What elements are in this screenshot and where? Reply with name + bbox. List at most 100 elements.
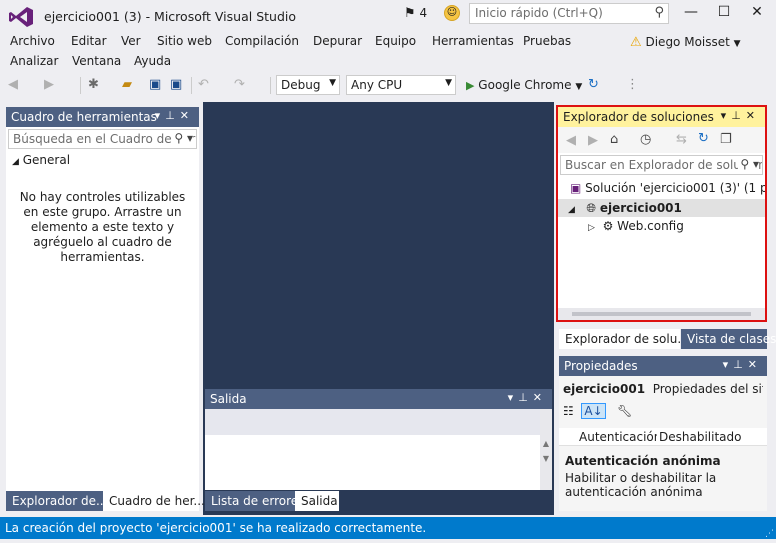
menu-ver[interactable]: Ver [121,34,141,48]
refresh-icon[interactable]: ↻ [588,77,599,92]
tab-error-list[interactable]: Lista de errores [205,491,304,511]
menu-pruebas[interactable]: Pruebas [523,34,571,48]
notifications-count: 4 [419,6,428,20]
close-icon[interactable]: ✕ [180,109,194,122]
horizontal-scrollbar[interactable] [558,308,765,320]
tree-item-web-config[interactable]: ▷ ⚙ Web.config [558,217,765,235]
pin-icon[interactable]: ⊥ [518,391,533,404]
menu-equipo[interactable]: Equipo [375,34,416,48]
toolbar-separator [80,77,81,94]
chevron-down-icon[interactable]: ▾ [508,391,519,404]
left-tabs: Explorador de... Cuadro de her... [6,491,205,511]
property-value[interactable]: Deshabilitado [659,430,741,444]
tab-output[interactable]: Salida [295,491,339,511]
home-icon[interactable]: ⌂ [610,132,618,147]
redo-icon[interactable]: ↷ [234,77,245,92]
minimize-button[interactable]: — [679,4,703,24]
output-toolbar [205,409,541,435]
menu-compilacion[interactable]: Compilación [225,34,299,48]
menu-archivo[interactable]: Archivo [10,34,55,48]
save-all-icon[interactable]: ▣ [170,77,182,92]
menu-herramientas[interactable]: Herramientas [432,34,514,48]
maximize-button[interactable]: ☐ [712,4,736,24]
property-row[interactable]: Autenticación anónima Deshabilitado [559,428,767,446]
forward-icon[interactable]: ▶ [588,133,598,148]
scroll-down-icon[interactable]: ▼ [540,454,552,463]
feedback-smiley-icon[interactable]: ☺ [444,5,460,21]
chevron-down-icon: ▼ [575,82,583,92]
property-pages-icon[interactable]: 🔧︎ [617,404,632,418]
refresh-icon[interactable]: ↻ [698,131,709,146]
group-label: General [22,153,71,167]
chevron-down-icon[interactable]: ▾ [721,109,732,122]
tab-class-view[interactable]: Vista de clases [681,329,776,349]
close-icon[interactable]: ✕ [533,391,547,404]
pin-icon[interactable]: ⊥ [165,109,180,122]
open-folder-icon[interactable]: ▰ [122,77,132,92]
chevron-down-icon[interactable]: ▾ [723,358,734,371]
new-project-icon[interactable]: ✱ [88,77,99,92]
pending-changes-icon[interactable]: ◷ [640,132,651,147]
menu-editar[interactable]: Editar [71,34,107,48]
vertical-scrollbar[interactable]: ▲ ▼ [540,409,552,490]
visual-studio-logo-icon [9,7,33,27]
output-header: Salida ▾⊥✕ [205,389,552,409]
scroll-up-icon[interactable]: ▲ [540,439,552,448]
back-icon[interactable]: ◀ [566,133,576,148]
chevron-down-icon: ▼ [329,78,336,88]
back-icon[interactable]: ◀ [8,77,18,92]
property-name: Autenticación anónima [579,430,657,444]
standard-toolbar: ◀ ▶ ✱ ▰ ▣ ▣ ↶ ↷ Debug ▼ Any CPU ▼ ▶ Google… [0,72,776,100]
tree-item-project[interactable]: ◢ 🌐︎ ejercicio001 [558,199,765,217]
undo-icon[interactable]: ↶ [198,77,209,92]
menu-analizar[interactable]: Analizar [10,54,58,68]
search-icon: ⚲ ▾ [738,157,759,171]
file-label: Web.config [617,219,684,233]
save-icon[interactable]: ▣ [149,77,161,92]
pin-icon[interactable]: ⊥ [733,358,748,371]
menu-ayuda[interactable]: Ayuda [134,54,171,68]
panel-title: Explorador de soluciones [563,110,714,124]
solution-explorer-search-input[interactable]: Buscar en Explorador de soluciones (Ctrl… [560,155,763,175]
pin-icon[interactable]: ⊥ [731,109,746,122]
close-button[interactable]: ✕ [745,4,769,24]
menu-ventana[interactable]: Ventana [72,54,121,68]
platform-select[interactable]: Any CPU ▼ [346,75,456,95]
properties-toolbar: ☷ A↓ 🔧︎ [563,403,632,424]
object-type: Propiedades del sitio web [652,382,763,396]
notifications-button[interactable]: ⚑ 4 [404,6,427,21]
close-icon[interactable]: ✕ [746,109,760,122]
config-file-icon: ⚙ [602,219,614,233]
collapse-all-icon[interactable]: ❐ [720,132,732,147]
configuration-select[interactable]: Debug ▼ [276,75,340,95]
tab-solution-explorer[interactable]: Explorador de... [6,491,107,511]
globe-icon: 🌐︎ [586,201,596,215]
start-debugging-button[interactable]: ▶ Google Chrome ▼ [466,78,582,92]
quick-launch-input[interactable]: Inicio rápido (Ctrl+Q) ⚲ [469,3,669,24]
toolbox-search-input[interactable]: Búsqueda en el Cuadro de herramientas ⚲ … [8,129,197,149]
menu-sitio-web[interactable]: Sitio web [157,34,212,48]
right-tabs: Explorador de solu... Vista de clases [559,329,776,349]
categorized-icon[interactable]: ☷ [563,404,574,418]
toolbar-options-icon[interactable]: ⋮ [626,77,639,92]
tab-solution-explorer-right[interactable]: Explorador de solu... [559,329,689,349]
resize-grip-icon[interactable]: ⋰ [765,529,774,539]
collapse-arrow-icon: ▷ [588,223,595,233]
user-account[interactable]: ⚠ Diego Moisset ▼ [630,35,741,50]
chevron-down-icon[interactable]: ▾ [155,109,166,122]
status-bar: La creación del proyecto 'ejercicio001' … [0,517,776,539]
tab-toolbox[interactable]: Cuadro de her... [103,491,205,511]
search-icon: ⚲ ▾ [172,131,193,145]
forward-icon[interactable]: ▶ [44,77,54,92]
title-bar: ejercicio001 (3) - Microsoft Visual Stud… [0,0,776,32]
tree-item-solution[interactable]: ▣ Solución 'ejercicio001 (3)' (1 proyect… [558,179,765,197]
alphabetical-icon[interactable]: A↓ [581,403,606,419]
toolbox-group-general[interactable]: ◢ General [12,153,70,167]
properties-header: Propiedades ▾⊥✕ [559,356,767,376]
menu-depurar[interactable]: Depurar [313,34,362,48]
platform-value: Any CPU [351,78,403,92]
scrollbar-thumb[interactable] [572,312,751,316]
properties-object-select[interactable]: ejercicio001 Propiedades del sitio web [563,380,763,400]
close-icon[interactable]: ✕ [748,358,762,371]
sync-icon[interactable]: ⇆ [676,132,687,147]
